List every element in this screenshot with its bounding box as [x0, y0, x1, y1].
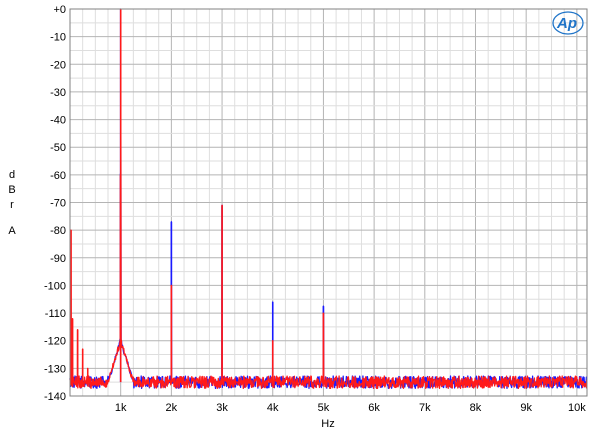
y-tick-label: -20: [50, 59, 66, 71]
x-tick-label: 10k: [568, 402, 586, 414]
x-tick-label: 2k: [166, 402, 178, 414]
y-tick-label: -100: [44, 280, 66, 292]
y-axis-label-letter: r: [10, 199, 14, 211]
x-tick-label: 7k: [419, 402, 431, 414]
y-axis-label-letter: A: [8, 225, 16, 237]
x-tick-label: 6k: [368, 402, 380, 414]
spectrum-chart: +0 -10 -20 -30 -40 -50 -60 -70 -80 -90 -100 -110 -12…: [0, 0, 600, 435]
x-tick-label: 4k: [267, 402, 279, 414]
x-tick-label: 8k: [470, 402, 482, 414]
y-tick-label: -110: [45, 308, 66, 320]
y-tick-label: +0: [53, 4, 66, 16]
x-tick-label: 5k: [318, 402, 330, 414]
y-axis-label-letter: B: [8, 184, 15, 196]
y-tick-label: -50: [50, 142, 66, 154]
chart-background: [0, 0, 600, 435]
y-tick-label: -80: [50, 225, 66, 237]
y-tick-label: -120: [44, 336, 66, 348]
y-tick-label: -10: [50, 32, 66, 44]
y-tick-label: -90: [50, 253, 66, 265]
x-axis-label: Hz: [321, 418, 334, 430]
y-tick-label: -60: [50, 170, 66, 182]
logo-text: Ap: [556, 15, 577, 32]
y-tick-label: -130: [44, 363, 66, 375]
x-tick-label: 3k: [216, 402, 228, 414]
y-axis-label-letter: d: [9, 169, 15, 181]
y-tick-label: -140: [44, 391, 66, 403]
y-tick-label: -40: [50, 115, 66, 127]
x-tick-label: 1k: [115, 402, 127, 414]
x-tick-label: 9k: [520, 402, 532, 414]
y-tick-label: -30: [50, 87, 66, 99]
y-tick-label: -70: [50, 198, 66, 210]
